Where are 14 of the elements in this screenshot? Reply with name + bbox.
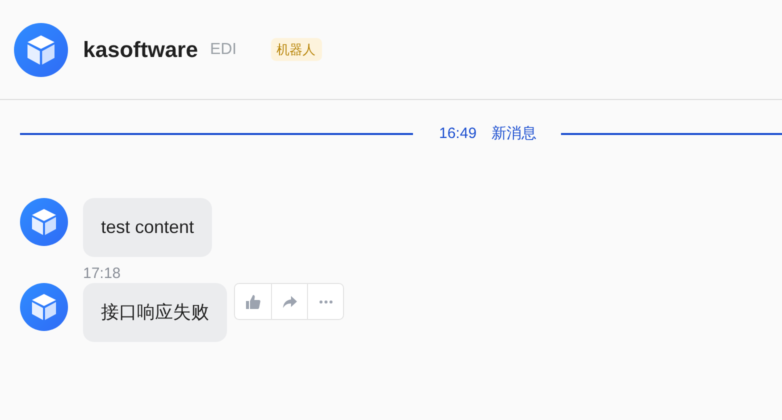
message-bubble: test content [83,198,212,257]
more-icon [318,300,332,304]
avatar-cube-icon [14,22,68,76]
message-time: 17:18 [83,265,122,283]
message-bubble: 接口响应失败 [83,283,227,342]
divider-time: 16:49 [439,124,477,144]
avatar-cube-icon [20,283,68,331]
thumbs-up-icon [245,294,261,310]
avatar-cube-icon [20,198,68,246]
divider-label: 新消息 [492,124,537,144]
share-arrow-icon [282,294,298,310]
bot-badge: 机器人 [270,38,322,62]
chat-title: kasoftware [83,36,198,64]
chat-subtitle: EDI [210,40,237,60]
